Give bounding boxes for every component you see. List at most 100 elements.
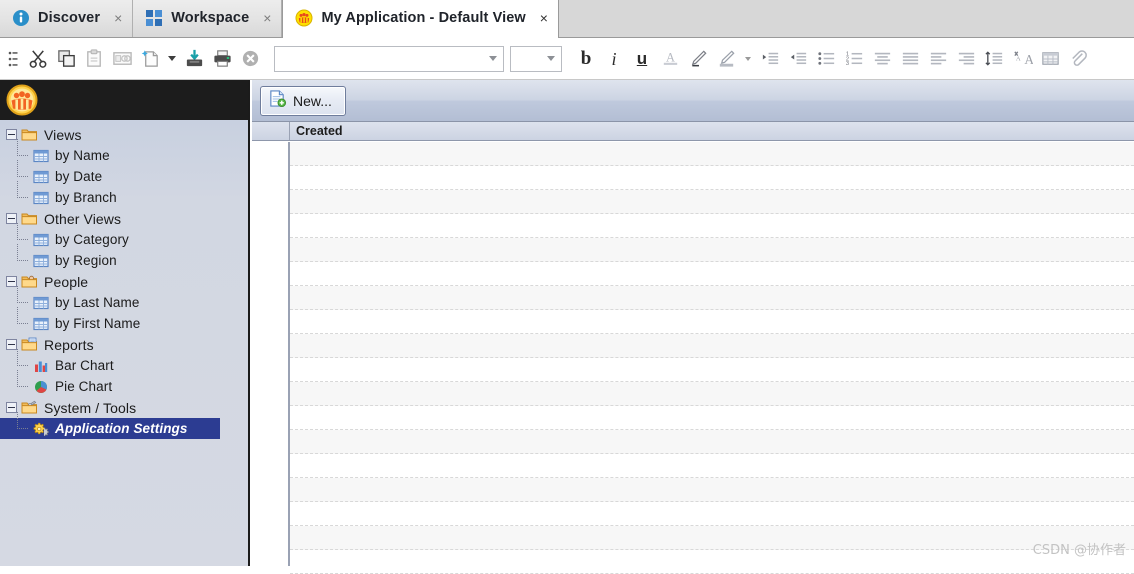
new-document-dropdown-icon[interactable] xyxy=(164,44,180,74)
table-row[interactable] xyxy=(290,406,1134,430)
sidebar-item-other-views[interactable]: Other Views xyxy=(0,208,248,229)
collapse-toggle-icon[interactable] xyxy=(6,213,17,224)
sidebar-item-views[interactable]: Views xyxy=(0,124,248,145)
table-row[interactable] xyxy=(290,190,1134,214)
bold-label: b xyxy=(581,49,592,68)
table-view-icon xyxy=(33,191,49,205)
table-row[interactable] xyxy=(290,358,1134,382)
paste-icon[interactable] xyxy=(80,44,108,74)
font-family-select[interactable] xyxy=(274,46,504,72)
sidebar-item-reports[interactable]: Reports xyxy=(0,334,248,355)
menu-handle-icon[interactable] xyxy=(2,44,24,74)
pie-chart-icon xyxy=(33,380,49,394)
highlight-color-dropdown-icon[interactable] xyxy=(740,44,756,74)
info-icon xyxy=(12,9,30,27)
table-row[interactable] xyxy=(290,478,1134,502)
print-icon[interactable] xyxy=(208,44,236,74)
highlight-color-icon[interactable] xyxy=(712,44,740,74)
sidebar-item-label: Other Views xyxy=(44,211,121,227)
bar-chart-icon xyxy=(33,359,49,373)
table-row[interactable] xyxy=(290,238,1134,262)
sidebar-item-bar-chart[interactable]: Bar Chart xyxy=(0,355,248,376)
table-row[interactable] xyxy=(290,214,1134,238)
grid-rows[interactable] xyxy=(290,142,1134,566)
sidebar-item-label: Reports xyxy=(44,337,94,353)
navigation-sidebar: Views by Name by Date xyxy=(0,80,250,566)
sidebar-item-label: Application Settings xyxy=(55,421,188,436)
decrease-indent-icon[interactable] xyxy=(784,44,812,74)
table-row[interactable] xyxy=(290,454,1134,478)
collapse-toggle-icon[interactable] xyxy=(6,129,17,140)
numbered-list-icon[interactable]: 123 xyxy=(840,44,868,74)
collapse-toggle-icon[interactable] xyxy=(6,402,17,413)
sidebar-item-by-name[interactable]: by Name xyxy=(0,145,248,166)
collapse-toggle-icon[interactable] xyxy=(6,276,17,287)
tree-connector xyxy=(0,187,33,208)
underline-button[interactable]: u xyxy=(628,44,656,74)
font-color-icon[interactable]: A xyxy=(656,44,684,74)
underline-label: u xyxy=(637,50,647,67)
sidebar-item-by-region[interactable]: by Region xyxy=(0,250,248,271)
tab-close-icon[interactable]: × xyxy=(263,11,271,25)
tab-close-icon[interactable]: × xyxy=(114,11,122,25)
tab-discover[interactable]: Discover × xyxy=(0,0,133,37)
table-row[interactable] xyxy=(290,526,1134,550)
sidebar-item-system-tools[interactable]: System / Tools xyxy=(0,397,248,418)
sidebar-item-application-settings[interactable]: Application Settings xyxy=(0,418,220,439)
sidebar-item-people[interactable]: People xyxy=(0,271,248,292)
grid-column-created[interactable]: Created xyxy=(290,122,1134,140)
sidebar-item-label: by Region xyxy=(55,253,117,268)
sidebar-item-by-last-name[interactable]: by Last Name xyxy=(0,292,248,313)
highlight-pen-icon[interactable] xyxy=(684,44,712,74)
sidebar-item-label: by First Name xyxy=(55,316,140,331)
align-justify-icon[interactable] xyxy=(896,44,924,74)
font-size-select[interactable] xyxy=(510,46,562,72)
sidebar-item-label: Pie Chart xyxy=(55,379,112,394)
save-icon[interactable] xyxy=(180,44,208,74)
table-row[interactable] xyxy=(290,502,1134,526)
align-left-icon[interactable] xyxy=(924,44,952,74)
increase-indent-icon[interactable] xyxy=(756,44,784,74)
tab-label: Discover xyxy=(38,10,100,26)
table-row[interactable] xyxy=(290,430,1134,454)
tab-my-application[interactable]: My Application - Default View × xyxy=(282,0,559,37)
sidebar-item-pie-chart[interactable]: Pie Chart xyxy=(0,376,248,397)
table-row[interactable] xyxy=(290,334,1134,358)
line-spacing-icon[interactable] xyxy=(980,44,1008,74)
delete-icon[interactable] xyxy=(236,44,264,74)
tools-folder-icon xyxy=(21,400,38,415)
insert-table-icon[interactable] xyxy=(1036,44,1064,74)
tree-connector xyxy=(0,376,33,397)
table-view-icon xyxy=(33,149,49,163)
tab-workspace[interactable]: Workspace × xyxy=(133,0,282,37)
italic-button[interactable]: i xyxy=(600,44,628,74)
copy-icon[interactable] xyxy=(52,44,80,74)
clear-formatting-icon[interactable]: A A xyxy=(1008,44,1036,74)
tab-close-icon[interactable]: × xyxy=(540,11,548,25)
main-content-pane: New... Created xyxy=(252,80,1134,566)
align-right-icon[interactable] xyxy=(952,44,980,74)
sidebar-item-by-first-name[interactable]: by First Name xyxy=(0,313,248,334)
table-row[interactable] xyxy=(290,310,1134,334)
collapse-toggle-icon[interactable] xyxy=(6,339,17,350)
new-button[interactable]: New... xyxy=(260,86,346,116)
table-row[interactable] xyxy=(290,142,1134,166)
paste-special-icon[interactable] xyxy=(108,44,136,74)
sidebar-item-by-branch[interactable]: by Branch xyxy=(0,187,248,208)
sidebar-item-label: by Last Name xyxy=(55,295,140,310)
cut-icon[interactable] xyxy=(24,44,52,74)
table-row[interactable] xyxy=(290,262,1134,286)
table-row[interactable] xyxy=(290,382,1134,406)
chevron-down-icon xyxy=(168,56,176,61)
bold-button[interactable]: b xyxy=(572,44,600,74)
grid-select-all-corner[interactable] xyxy=(252,122,290,140)
table-row[interactable] xyxy=(290,286,1134,310)
table-row[interactable] xyxy=(290,550,1134,574)
align-center-icon[interactable] xyxy=(868,44,896,74)
table-row[interactable] xyxy=(290,166,1134,190)
sidebar-item-by-category[interactable]: by Category xyxy=(0,229,248,250)
attachment-icon[interactable] xyxy=(1064,44,1092,74)
sidebar-item-by-date[interactable]: by Date xyxy=(0,166,248,187)
new-document-icon[interactable] xyxy=(136,44,164,74)
bullet-list-icon[interactable] xyxy=(812,44,840,74)
